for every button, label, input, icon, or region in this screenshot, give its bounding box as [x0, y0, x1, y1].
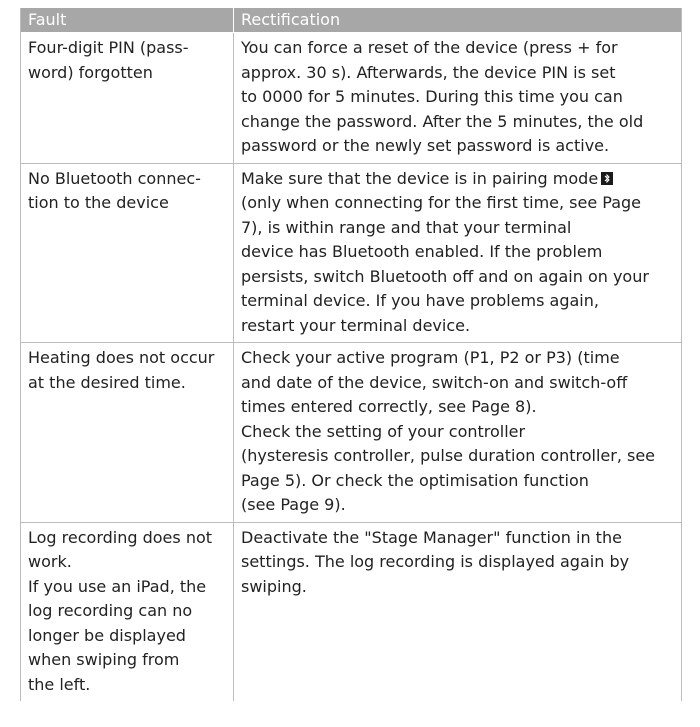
fault-cell: Four-digit PIN (pass- word) forgotten [21, 33, 234, 163]
rectification-cell: You can force a reset of the device (pre… [241, 38, 644, 155]
table-row: No Bluetooth connec- tion to the device … [21, 163, 681, 343]
table-header: Fault Rectification [21, 8, 681, 33]
rectification-cell: Make sure that the device is in pairing … [234, 164, 681, 343]
rectification-text-a: Make sure that the device is in pairing … [241, 168, 599, 188]
table-row: Heating does not occur at the desired ti… [21, 343, 681, 523]
rectification-cell: Check your active program (P1, P2 or P3)… [241, 348, 656, 514]
rectification-text-b: (only when connecting for the first time… [241, 193, 649, 335]
header-rectification: Rectification [241, 10, 341, 29]
fault-cell: Log recording does not work. If you use … [21, 522, 234, 701]
troubleshooting-table: Fault Rectification Four-digit PIN (pass… [20, 8, 682, 701]
table-row: Four-digit PIN (pass- word) forgotten Yo… [21, 33, 681, 164]
table-row: Log recording does not work. If you use … [21, 522, 681, 701]
bluetooth-icon [601, 171, 614, 185]
fault-cell: Heating does not occur at the desired ti… [21, 343, 234, 522]
rectification-cell: Deactivate the "Stage Manager" function … [241, 527, 630, 596]
header-fault: Fault [21, 8, 234, 32]
fault-cell: No Bluetooth connec- tion to the device [21, 163, 234, 342]
